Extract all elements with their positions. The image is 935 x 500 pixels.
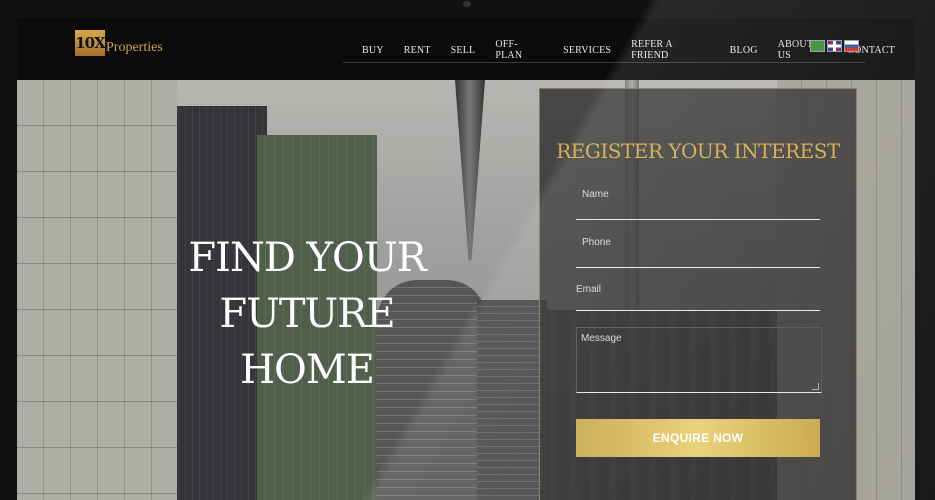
- logo-text: Properties: [106, 40, 163, 55]
- device-frame: 10X Properties BUY RENT SELL OFF-PLAN SE…: [0, 0, 935, 500]
- nav-item-buy[interactable]: BUY: [362, 45, 384, 56]
- russia-flag-icon[interactable]: [844, 40, 859, 52]
- nav-item-services[interactable]: SERVICES: [563, 45, 611, 56]
- form-title: REGISTER YOUR INTEREST: [556, 139, 840, 163]
- browser-viewport: 10X Properties BUY RENT SELL OFF-PLAN SE…: [17, 18, 915, 500]
- phone-field[interactable]: Phone: [576, 237, 820, 268]
- camera-dot: [463, 1, 471, 7]
- logo-mark: 10X: [75, 30, 106, 56]
- nav-item-rent[interactable]: RENT: [404, 45, 431, 56]
- name-field[interactable]: Name: [576, 189, 820, 220]
- nav-divider: [343, 62, 865, 63]
- nav-item-refer-a-friend[interactable]: REFER A FRIEND: [631, 39, 710, 61]
- phone-placeholder: Phone: [582, 237, 611, 248]
- site-header: 10X Properties BUY RENT SELL OFF-PLAN SE…: [17, 18, 915, 80]
- message-textarea[interactable]: Message: [576, 327, 822, 393]
- site-logo[interactable]: 10X Properties: [75, 30, 163, 56]
- resize-handle-icon[interactable]: [812, 383, 819, 390]
- name-placeholder: Name: [582, 189, 609, 200]
- email-field[interactable]: Email: [576, 284, 820, 311]
- nav-item-off-plan[interactable]: OFF-PLAN: [495, 39, 543, 61]
- language-switcher: [810, 40, 861, 52]
- email-placeholder: Email: [576, 284, 602, 295]
- hero-title: FIND YOUR FUTURE HOME: [107, 230, 507, 398]
- nav-item-blog[interactable]: BLOG: [730, 45, 758, 56]
- message-placeholder: Message: [581, 333, 622, 344]
- saudi-arabia-flag-icon[interactable]: [810, 40, 825, 52]
- hero-title-line2: HOME: [240, 347, 375, 393]
- register-interest-form: REGISTER YOUR INTEREST Name Phone Email …: [539, 88, 857, 500]
- nav-item-sell[interactable]: SELL: [451, 45, 476, 56]
- uk-flag-icon[interactable]: [827, 40, 842, 52]
- enquire-now-button[interactable]: ENQUIRE NOW: [576, 419, 820, 457]
- hero-title-line1: FIND YOUR FUTURE: [188, 235, 426, 337]
